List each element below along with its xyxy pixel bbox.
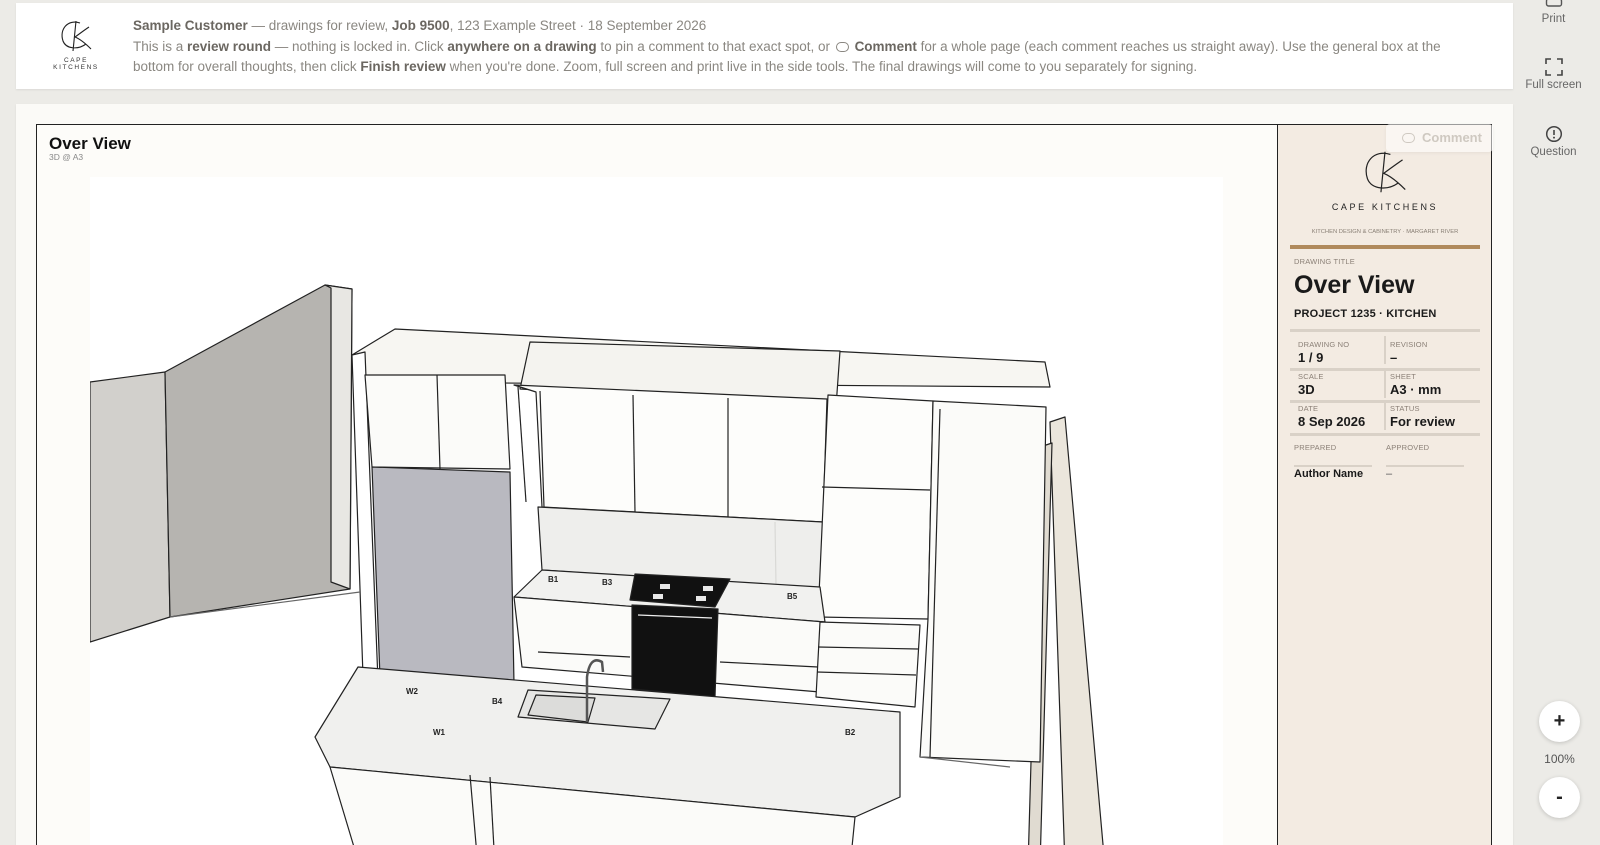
tb-divider	[1290, 433, 1480, 436]
revision-cell: REVISION –	[1382, 340, 1474, 370]
fullscreen-label: Full screen	[1525, 79, 1582, 91]
sheet-value: A3 · mm	[1390, 382, 1442, 397]
zoom-level: 100%	[1544, 752, 1575, 766]
comment-icon	[1402, 133, 1415, 143]
instr-bold-comment: Comment	[854, 39, 917, 54]
review-banner: CAPE KITCHENS Sample Customer — drawings…	[16, 3, 1513, 89]
status-value: For review	[1390, 414, 1456, 429]
right-tall-cabinet	[817, 394, 934, 620]
print-button[interactable]: Print	[1516, 0, 1591, 25]
upper-cabinets	[513, 384, 828, 523]
drawing-no-label: DRAWING NO	[1298, 340, 1350, 349]
project-name: PROJECT 1235 · KITCHEN	[1294, 308, 1437, 320]
tag-w2: W2	[406, 687, 419, 696]
tb-divider	[1290, 329, 1480, 332]
page-comment-button[interactable]: Comment	[1386, 124, 1493, 152]
fullscreen-icon	[1544, 58, 1563, 76]
sheet-label: SHEET	[1390, 372, 1417, 381]
tag-b2: B2	[845, 728, 856, 737]
question-icon	[1545, 125, 1562, 143]
job-number: Job 9500	[391, 18, 450, 33]
approved-sign-line	[1386, 465, 1464, 467]
corner-base-drawers	[815, 621, 921, 708]
customer-name: Sample Customer	[133, 18, 248, 33]
sheet-cell: SHEET A3 · mm	[1382, 372, 1474, 402]
title-block-logo: CAPE KITCHENS	[1278, 145, 1492, 212]
tag-b1: B1	[548, 575, 559, 584]
prepared-by: Author Name	[1294, 468, 1364, 480]
left-wall-main	[164, 284, 353, 618]
printer-icon	[1545, 0, 1562, 7]
ck-monogram-icon	[61, 20, 92, 52]
comment-icon	[835, 42, 849, 52]
oven	[631, 604, 719, 698]
prepared-sign-line	[1294, 465, 1372, 467]
instr-text-3: to pin a comment to that exact spot, or	[596, 39, 834, 54]
page-comment-label: Comment	[1422, 130, 1482, 145]
scale-cell: SCALE 3D	[1290, 372, 1382, 402]
fullscreen-button[interactable]: Full screen	[1516, 58, 1591, 91]
drawing-sheet[interactable]: Over View 3D @ A3 B1 B3 B5 W2 B4 W1 B2 C…	[36, 124, 1492, 845]
review-instructions: Sample Customer — drawings for review, J…	[133, 16, 1473, 77]
approved-by: –	[1386, 468, 1393, 480]
cape-kitchens-logo: CAPE KITCHENS	[41, 17, 111, 75]
drawing-no-value: 1 / 9	[1298, 350, 1324, 365]
tag-b3: B3	[602, 578, 613, 587]
scale-value: 3D	[1298, 382, 1315, 397]
status-label: STATUS	[1390, 404, 1420, 413]
kitchen-3d-drawing[interactable]: B1 B3 B5 W2 B4 W1 B2	[90, 177, 1223, 845]
tag-b4: B4	[492, 697, 503, 706]
print-label: Print	[1541, 13, 1566, 25]
drawing-title-label: DRAWING TITLE	[1294, 257, 1355, 266]
job-summary-text: — drawings for review,	[247, 18, 392, 33]
revision-label: REVISION	[1390, 340, 1428, 349]
instr-bold-finish-review: Finish review	[360, 59, 446, 74]
instructions-paragraph: This is a review round — nothing is lock…	[133, 37, 1473, 77]
logo-wordmark: CAPE KITCHENS	[53, 57, 99, 71]
instr-text-2: — nothing is locked in. Click	[271, 39, 448, 54]
sheet-title: Over View	[49, 134, 131, 153]
drawing-no-cell: DRAWING NO 1 / 9	[1290, 340, 1382, 370]
upper-door-line-0	[517, 386, 527, 503]
zoom-out-button[interactable]: -	[1539, 777, 1580, 818]
ck-monogram-icon	[1365, 151, 1406, 193]
instr-text-1: This is a	[133, 39, 188, 54]
sheet-subtitle: 3D @ A3	[49, 152, 84, 162]
title-block-tagline: KITCHEN DESIGN & CABINETRY · MARGARET RI…	[1311, 229, 1459, 235]
date-value: 8 Sep 2026	[1298, 414, 1366, 429]
status-cell: STATUS For review	[1382, 404, 1474, 434]
scale-label: SCALE	[1298, 372, 1324, 381]
revision-value: –	[1390, 350, 1398, 365]
tag-b5: B5	[787, 592, 798, 601]
question-label: Question	[1530, 146, 1577, 158]
instr-bold-anywhere: anywhere on a drawing	[447, 39, 597, 54]
right-wall-wing	[1049, 416, 1104, 845]
prepared-label: PREPARED	[1294, 443, 1337, 452]
job-address-date: , 123 Example Street · 18 September 2026	[449, 18, 707, 33]
title-block: CAPE KITCHENS KITCHEN DESIGN & CABINETRY…	[1277, 125, 1491, 845]
instr-text-5: when you're done. Zoom, full screen and …	[445, 59, 1198, 74]
zoom-in-button[interactable]: +	[1539, 701, 1580, 742]
kitchen-render-svg: B1 B3 B5 W2 B4 W1 B2	[90, 284, 1104, 845]
instr-bold-review-round: review round	[187, 39, 272, 54]
question-button[interactable]: Question	[1516, 125, 1591, 158]
drawing-title: Over View	[1294, 271, 1415, 299]
date-label: DATE	[1298, 404, 1319, 413]
job-summary-line: Sample Customer — drawings for review, J…	[133, 16, 1473, 36]
date-cell: DATE 8 Sep 2026	[1290, 404, 1382, 434]
tag-w1: W1	[433, 728, 446, 737]
approved-label: APPROVED	[1386, 443, 1430, 452]
title-block-accent-rule	[1290, 245, 1480, 249]
title-block-brand: CAPE KITCHENS	[1331, 202, 1439, 212]
left-wall-panel	[90, 371, 171, 643]
